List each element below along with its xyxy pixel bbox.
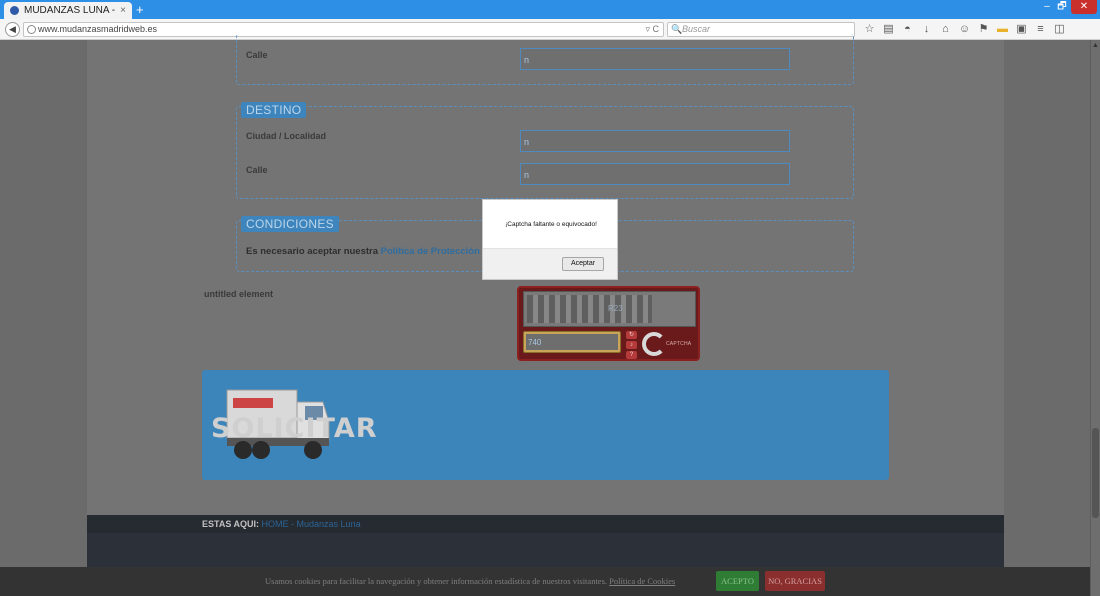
browser-tab[interactable]: MUDANZAS LUNA - EMPR... ×	[4, 2, 132, 19]
accept-cookies-button[interactable]: ACEPTO	[716, 571, 759, 591]
captcha-refresh-icon[interactable]: ↻	[626, 331, 637, 339]
solicitar-banner[interactable]: SOLICITAR	[202, 370, 889, 480]
captcha-input-frame: 740	[523, 331, 621, 353]
breadcrumb-separator: -	[288, 519, 297, 529]
destino-legend: DESTINO	[241, 102, 307, 118]
minimize-button[interactable]: –	[1040, 0, 1054, 14]
breadcrumb-label: ESTAS AQUI:	[202, 519, 260, 529]
captcha-help-icon[interactable]: ?	[626, 351, 637, 359]
captcha-code: R23	[608, 304, 623, 313]
download-icon[interactable]: ↓	[919, 22, 934, 37]
close-window-button[interactable]: ✕	[1071, 0, 1097, 14]
menu-icon[interactable]: ≡	[1033, 22, 1048, 37]
breadcrumb-home-link[interactable]: HOME	[262, 519, 289, 529]
captcha-controls: ↻ ♪ ?	[626, 331, 639, 359]
untitled-element-label: untitled element	[204, 289, 274, 299]
home-icon[interactable]: ⌂	[938, 22, 953, 37]
vertical-scrollbar[interactable]: ▲	[1090, 40, 1100, 596]
captcha-logo-text: CAPTCHA	[666, 341, 692, 347]
cookie-consent-bar: Usamos cookies para facilitar la navegac…	[0, 567, 1090, 596]
captcha-logo-icon	[642, 332, 666, 356]
condiciones-text-lead: Es necesario aceptar nuestra	[246, 246, 381, 257]
maximize-button[interactable]: 🗗	[1055, 0, 1069, 14]
alert-dialog: ¡Captcha faltante o equivocado! Aceptar	[482, 199, 618, 280]
globe-icon	[27, 25, 36, 34]
captcha-image: R23	[523, 291, 696, 327]
captcha-input[interactable]: 740	[526, 334, 618, 350]
solicitar-text: SOLICITAR	[211, 413, 378, 444]
reading-list-icon[interactable]: ▤	[881, 22, 896, 37]
captcha-logo: CAPTCHA	[642, 332, 697, 358]
cookie-message: Usamos cookies para facilitar la navegac…	[265, 576, 675, 586]
scroll-up-icon[interactable]: ▲	[1092, 42, 1099, 49]
folder-icon[interactable]: ▬	[995, 22, 1010, 37]
back-button[interactable]: ◀	[5, 22, 20, 37]
tab-close-icon[interactable]: ×	[120, 5, 126, 16]
captcha-widget: R23 740 ↻ ♪ ? CAPTCHA	[517, 286, 700, 361]
bookmark-star-icon[interactable]: ☆	[862, 22, 877, 37]
cookie-message-text: Usamos cookies para facilitar la navegac…	[265, 576, 610, 586]
url-text: www.mudanzasmadridweb.es	[38, 24, 158, 34]
sidebar-icon[interactable]: ◫	[1052, 22, 1067, 37]
decline-cookies-button[interactable]: NO, GRACIAS	[765, 571, 825, 591]
condiciones-legend: CONDICIONES	[241, 216, 339, 232]
destino-ciudad-label: Ciudad / Localidad	[246, 131, 327, 141]
dialog-button-bar: Aceptar	[483, 248, 617, 279]
destino-calle-input[interactable]: n	[520, 163, 790, 185]
breadcrumb-current[interactable]: Mudanzas Luna	[297, 519, 361, 529]
captcha-noise	[527, 295, 652, 323]
captcha-audio-icon[interactable]: ♪	[626, 341, 637, 349]
chat-icon[interactable]: ☺	[957, 22, 972, 37]
origen-calle-label: Calle	[246, 50, 268, 60]
tab-strip: MUDANZAS LUNA - EMPR... × + – 🗗 ✕	[0, 0, 1100, 19]
search-placeholder: Buscar	[682, 24, 711, 34]
destino-fieldset: DESTINO Ciudad / Localidad n Calle n	[236, 102, 854, 199]
pocket-icon[interactable]: ◓	[900, 22, 915, 37]
dialog-ok-button[interactable]: Aceptar	[562, 257, 604, 271]
condiciones-text: Es necesario aceptar nuestra Política de…	[246, 246, 508, 257]
new-tab-button[interactable]: +	[136, 3, 144, 16]
web-page: Calle n DESTINO Ciudad / Localidad n Cal…	[0, 34, 1100, 596]
dialog-message: ¡Captcha faltante o equivocado!	[505, 221, 597, 228]
destino-calle-label: Calle	[246, 165, 268, 175]
toolbar-icons: ☆ ▤ ◓ ↓ ⌂ ☺ ⚑ ▬ ▣ ≡ ◫	[862, 22, 1071, 37]
breadcrumb: ESTAS AQUI: HOME - Mudanzas Luna	[202, 519, 361, 529]
cookie-policy-link[interactable]: Política de Cookies	[609, 576, 675, 586]
tab-title: MUDANZAS LUNA - EMPR...	[24, 5, 116, 16]
origen-calle-input[interactable]: n	[520, 48, 790, 70]
origen-fieldset: Calle n	[236, 34, 854, 85]
destino-ciudad-input[interactable]: n	[520, 130, 790, 152]
site-favicon-icon	[10, 6, 19, 15]
scrollbar-thumb[interactable]	[1092, 428, 1099, 518]
extension-icon[interactable]: ⚑	[976, 22, 991, 37]
addon-icon[interactable]: ▣	[1014, 22, 1029, 37]
